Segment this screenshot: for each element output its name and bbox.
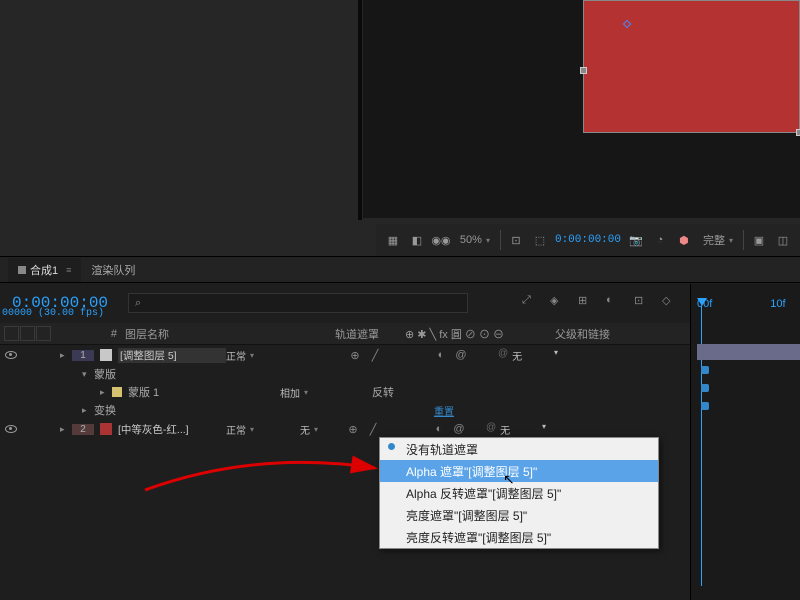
timecode-row: 0:00:00:00 ⌕ ⤢ ◈ ⊞ ◐ ⊡ ◇ <box>0 283 800 323</box>
time-ruler[interactable]: 00f 10f <box>691 284 800 324</box>
keyframe-marker[interactable] <box>701 402 709 410</box>
keyframe-marker[interactable] <box>701 366 709 374</box>
mask-row[interactable]: ▸ 蒙版 1 相加 反转 <box>0 383 800 401</box>
visibility-toggle[interactable] <box>5 351 17 359</box>
graph-icon[interactable]: ⤢ <box>522 294 540 312</box>
tab-label: 渲染队列 <box>91 262 135 278</box>
timeline-area[interactable]: 00f 10f <box>690 284 800 600</box>
switch-adjust[interactable]: ◐ <box>434 349 448 362</box>
switch-adjust[interactable]: ◐ <box>432 423 446 436</box>
keyframe-marker[interactable] <box>701 384 709 392</box>
color-icon[interactable]: ⬢ <box>675 231 693 249</box>
panel-tabs: 合成1 ≡ 渲染队列 <box>0 257 800 283</box>
resize-handle[interactable] <box>580 67 587 74</box>
menu-item-luma[interactable]: 亮度遮罩"[调整图层 5]" <box>380 504 658 526</box>
menu-current-indicator <box>388 443 395 450</box>
tab-render-queue[interactable]: 渲染队列 <box>81 258 145 282</box>
property-label: 蒙版 <box>94 366 272 382</box>
col-index: # <box>60 328 125 340</box>
twirl-icon[interactable]: ▸ <box>60 350 72 361</box>
twirl-icon[interactable]: ▾ <box>82 369 94 380</box>
layer-color[interactable] <box>100 349 112 361</box>
col-layer-name[interactable]: 图层名称 <box>125 326 265 342</box>
mask-name[interactable]: 蒙版 1 <box>128 384 280 400</box>
menu-item-luma-inverted[interactable]: 亮度反转遮罩"[调整图层 5]" <box>380 526 658 548</box>
menu-item-alpha[interactable]: Alpha 遮罩"[调整图层 5]" <box>380 460 658 482</box>
menu-item-alpha-inverted[interactable]: Alpha 反转遮罩"[调整图层 5]" <box>380 482 658 504</box>
toggle-col[interactable] <box>4 326 19 341</box>
motion-blur-icon[interactable]: ◐ <box>606 294 624 312</box>
toggle-col[interactable] <box>20 326 35 341</box>
layer-search[interactable]: ⌕ <box>128 293 468 313</box>
comp-preview[interactable] <box>363 0 800 218</box>
visibility-toggle[interactable] <box>5 425 17 433</box>
frame-blend-icon[interactable]: ⊞ <box>578 294 596 312</box>
switch-collapse[interactable]: ╱ <box>368 349 382 362</box>
panel-divider[interactable] <box>358 0 362 220</box>
blend-mode-dropdown[interactable]: 正常 <box>226 348 278 363</box>
mask-group-row[interactable]: ▾ 蒙版 <box>0 365 800 383</box>
zoom-dropdown[interactable]: 50% <box>456 232 494 248</box>
layer-name[interactable]: [调整图层 5] <box>118 348 226 363</box>
col-track-matte[interactable]: 轨道遮罩 <box>335 326 405 342</box>
layer-row-2[interactable]: ▸ 2 [中等灰色-红...] 正常 无 ⊕ ╱ ◐ @ 无 <box>0 419 800 439</box>
twirl-icon[interactable]: ▸ <box>60 424 72 435</box>
toggle-col[interactable] <box>36 326 51 341</box>
brain-icon[interactable]: ⊡ <box>634 294 652 312</box>
track-matte-menu: 没有轨道遮罩 Alpha 遮罩"[调整图层 5]" Alpha 反转遮罩"[调整… <box>379 437 659 549</box>
layer-index: 2 <box>72 424 94 435</box>
mask-mode-dropdown[interactable]: 相加 <box>280 385 332 400</box>
parent-dropdown[interactable]: 无 <box>486 422 546 437</box>
region-icon[interactable]: ⬚ <box>531 231 549 249</box>
twirl-icon[interactable]: ▸ <box>100 387 112 398</box>
playhead[interactable] <box>697 298 707 306</box>
twirl-icon[interactable]: ▸ <box>82 405 94 416</box>
resize-handle[interactable] <box>796 129 800 136</box>
tab-label: 合成1 <box>30 262 58 278</box>
reset-link[interactable]: 重置 <box>434 403 454 418</box>
switch-shy[interactable]: ⊕ <box>348 349 362 362</box>
col-parent[interactable]: 父级和链接 <box>555 326 645 342</box>
comp-icon <box>18 266 26 274</box>
parent-dropdown[interactable]: 无 <box>498 348 558 363</box>
tab-menu-icon[interactable]: ≡ <box>66 265 71 275</box>
vr-icon[interactable]: ◉◉ <box>432 231 450 249</box>
channel-icon[interactable]: ◔ <box>651 231 669 249</box>
composition-viewport: ▦ ◧ ◉◉ 50% ⊡ ⬚ 0:00:00:00 📷 ◔ ⬢ 完整 ▣ ◫ <box>0 0 800 257</box>
tab-composition[interactable]: 合成1 ≡ <box>8 258 81 282</box>
col-switches: ⊕ ✱ ╲ fx 圓 ⊘ ⊙ ⊖ <box>405 326 555 342</box>
mask-color[interactable] <box>112 387 122 397</box>
time-display[interactable]: 0:00:00:00 <box>555 231 621 249</box>
layer-color[interactable] <box>100 423 112 435</box>
viewport-toolbar: ▦ ◧ ◉◉ 50% ⊡ ⬚ 0:00:00:00 📷 ◔ ⬢ 完整 ▣ ◫ <box>376 224 800 256</box>
annotation-arrow <box>135 410 395 500</box>
layer-bar[interactable] <box>697 344 800 360</box>
view2-icon[interactable]: ◫ <box>774 231 792 249</box>
invert-checkbox-label[interactable]: 反转 <box>372 384 394 400</box>
cursor-icon: ↖ <box>503 471 515 488</box>
shape-layer[interactable] <box>583 0 800 133</box>
snapshot-icon[interactable]: 📷 <box>627 231 645 249</box>
marker-icon[interactable]: ◇ <box>662 294 680 312</box>
mask-toggle-icon[interactable]: ◧ <box>408 231 426 249</box>
switch-3d[interactable]: @ <box>454 349 468 362</box>
anchor-point[interactable] <box>623 20 631 28</box>
switch-3d[interactable]: @ <box>452 423 466 436</box>
layer-row-1[interactable]: ▸ 1 [调整图层 5] 正常 ⊕ ╱ ◐ @ 无 <box>0 345 800 365</box>
column-headers: # 图层名称 轨道遮罩 ⊕ ✱ ╲ fx 圓 ⊘ ⊙ ⊖ 父级和链接 <box>0 323 800 345</box>
resolution-icon[interactable]: ⊡ <box>507 231 525 249</box>
menu-item-none[interactable]: 没有轨道遮罩 <box>380 438 658 460</box>
grid-icon[interactable]: ▦ <box>384 231 402 249</box>
frame-rate-display: 00000 (30.00 fps) <box>2 308 104 319</box>
ruler-tick: 10f <box>770 298 785 310</box>
quality-dropdown[interactable]: 完整 <box>699 230 737 250</box>
shy-icon[interactable]: ◈ <box>550 294 568 312</box>
transform-row[interactable]: ▸ 变换 重置 <box>0 401 800 419</box>
view1-icon[interactable]: ▣ <box>750 231 768 249</box>
layer-index: 1 <box>72 350 94 361</box>
